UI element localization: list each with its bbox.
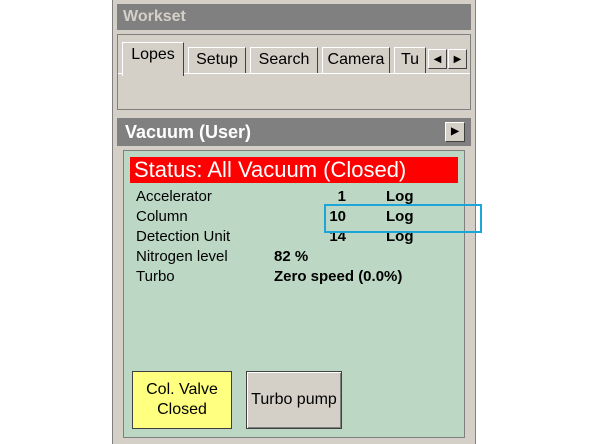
tab-setup[interactable]: Setup [188, 47, 246, 73]
turbo-pump-button[interactable]: Turbo pump [246, 371, 342, 429]
column-readout-highlight [324, 204, 482, 233]
readout-label: Nitrogen level [136, 248, 228, 265]
triangle-right-icon: ▶ [451, 126, 459, 137]
vacuum-body: Status: All Vacuum (Closed) Accelerator … [123, 150, 465, 438]
triangle-left-icon: ◀ [433, 53, 442, 65]
col-valve-state: Closed [157, 401, 207, 418]
readout-label: Accelerator [136, 188, 212, 205]
vacuum-panel-header: Vacuum (User) ▶ [117, 118, 471, 146]
readout-value: Zero speed (0.0%) [274, 268, 403, 285]
tab-lopes[interactable]: Lopes [122, 42, 184, 76]
readout-label: Detection Unit [136, 228, 231, 245]
vacuum-menu-button[interactable]: ▶ [445, 122, 465, 142]
tab-scroll-right-button[interactable]: ▶ [448, 49, 467, 69]
vacuum-title: Vacuum (User) [125, 122, 252, 142]
readout-label: Turbo [136, 268, 175, 285]
status-banner: Status: All Vacuum (Closed) [130, 157, 458, 183]
tab-search[interactable]: Search [250, 47, 318, 73]
triangle-right-icon: ▶ [453, 53, 462, 65]
readout-row-turbo: Turbo Zero speed (0.0%) [136, 267, 456, 287]
workset-header: Workset [117, 4, 471, 30]
tab-camera[interactable]: Camera [322, 47, 390, 73]
col-valve-label: Col. Valve [146, 381, 218, 398]
readout-value: 82 % [274, 248, 309, 265]
tab-area: Lopes Setup Search Camera Tu ◀ ▶ [117, 34, 471, 110]
tab-scroll-left-button[interactable]: ◀ [428, 49, 447, 69]
turbo-pump-label: Turbo pump [251, 391, 337, 408]
readout-label: Column [136, 208, 188, 225]
col-valve-button[interactable]: Col. Valve Closed [132, 371, 232, 429]
tab-tu[interactable]: Tu [394, 47, 426, 73]
readout-row-nitrogen-level: Nitrogen level 82 % [136, 247, 456, 267]
